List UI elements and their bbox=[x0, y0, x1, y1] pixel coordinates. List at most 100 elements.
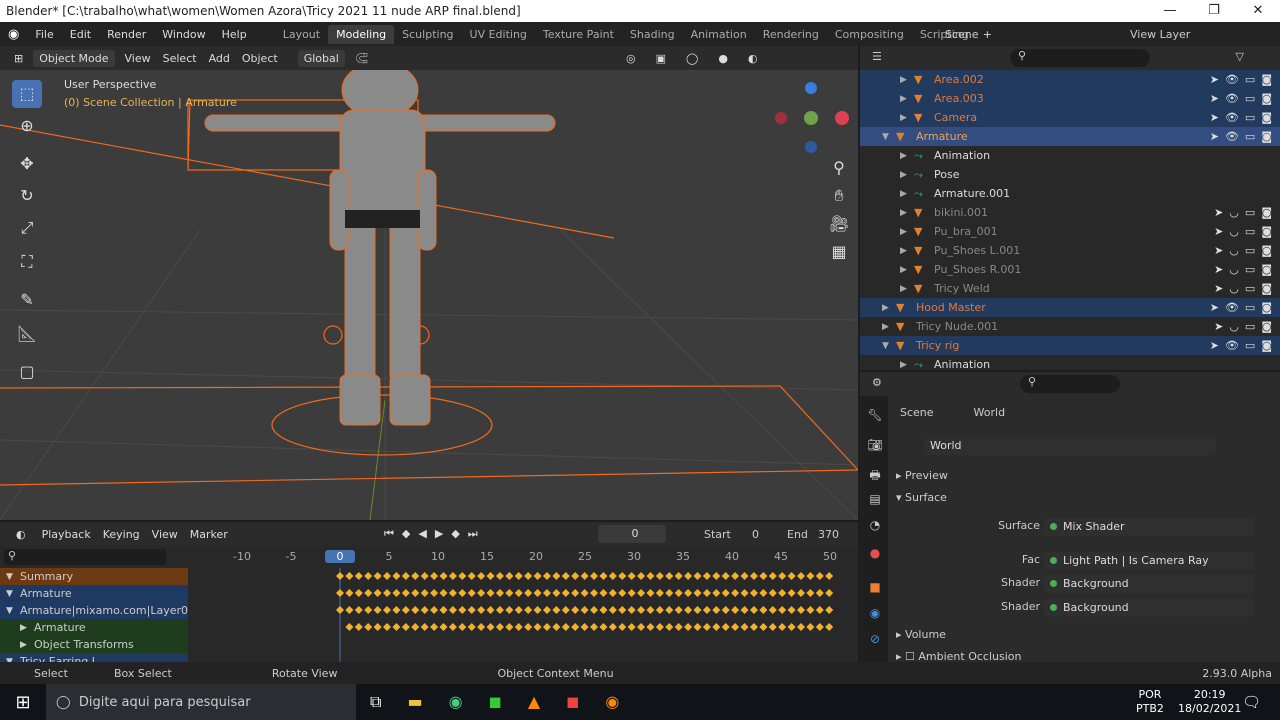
keyframe[interactable] bbox=[721, 589, 730, 597]
keyframe[interactable] bbox=[383, 572, 392, 580]
expand-arrow-icon[interactable]: ▶ bbox=[900, 208, 914, 218]
outliner-row[interactable]: ▶ ⤳ Animation bbox=[860, 146, 1280, 165]
keyframe[interactable] bbox=[533, 572, 542, 580]
editor-type-icon[interactable]: ⊞ bbox=[8, 50, 29, 67]
keyframe[interactable] bbox=[731, 606, 740, 614]
keyframe[interactable] bbox=[354, 589, 363, 597]
keyframe[interactable] bbox=[796, 623, 805, 631]
add-cube-tool-icon[interactable]: ▢ bbox=[12, 358, 42, 386]
expand-arrow-icon[interactable]: ▶ bbox=[900, 94, 914, 104]
select-icon[interactable]: ➤ bbox=[1214, 225, 1223, 238]
outliner-row[interactable]: ▶ ▼ Tricy Nude.001 ➤ ◡ ▭ ◙ bbox=[860, 317, 1280, 336]
keyframe[interactable] bbox=[514, 606, 523, 614]
tab-uv-editing[interactable]: UV Editing bbox=[462, 25, 535, 44]
play-icon[interactable]: ▶ bbox=[435, 527, 443, 541]
channel-row[interactable]: ▼ Summary bbox=[0, 568, 188, 585]
properties-editor-icon[interactable]: ⚙ bbox=[872, 376, 882, 389]
eye-icon[interactable]: 👁︎ bbox=[1225, 111, 1239, 124]
keyframe[interactable] bbox=[796, 606, 805, 614]
keyframe[interactable] bbox=[778, 589, 787, 597]
keyframe[interactable] bbox=[392, 623, 401, 631]
keyframe[interactable] bbox=[674, 623, 683, 631]
keyframe[interactable] bbox=[392, 572, 401, 580]
keyframe[interactable] bbox=[684, 606, 693, 614]
keyframe[interactable] bbox=[495, 589, 504, 597]
keyframe[interactable] bbox=[552, 589, 561, 597]
keyframe[interactable] bbox=[655, 572, 664, 580]
expand-arrow-icon[interactable]: ▶ bbox=[900, 151, 914, 161]
keyframe[interactable] bbox=[702, 623, 711, 631]
tab-compositing[interactable]: Compositing bbox=[827, 25, 912, 44]
keyframe[interactable] bbox=[420, 589, 429, 597]
select-icon[interactable]: ➤ bbox=[1214, 282, 1223, 295]
tab-shading[interactable]: Shading bbox=[622, 25, 683, 44]
keyframe[interactable] bbox=[684, 589, 693, 597]
select-icon[interactable]: ➤ bbox=[1214, 320, 1223, 333]
keyframe[interactable] bbox=[467, 572, 476, 580]
viewport-icon[interactable]: ▭ bbox=[1245, 206, 1255, 219]
keyframe[interactable] bbox=[477, 606, 486, 614]
shading-solid-icon[interactable]: ● bbox=[712, 50, 734, 67]
annotate-tool-icon[interactable]: ✎ bbox=[12, 286, 42, 314]
keyframe[interactable] bbox=[627, 606, 636, 614]
transform-tool-icon[interactable]: ⛶ bbox=[12, 248, 42, 276]
keyframe[interactable] bbox=[825, 589, 834, 597]
field-shader-value[interactable]: Background bbox=[1044, 599, 1254, 617]
keyframe[interactable] bbox=[514, 623, 523, 631]
outliner-row[interactable]: ▶ ▼ Pu_Shoes L.001 ➤ ◡ ▭ ◙ bbox=[860, 241, 1280, 260]
keyframe[interactable] bbox=[759, 606, 768, 614]
outliner-item-name[interactable]: Tricy Nude.001 bbox=[916, 320, 998, 333]
keyframe[interactable] bbox=[524, 589, 533, 597]
keyframe[interactable] bbox=[477, 623, 486, 631]
select-icon[interactable]: ➤ bbox=[1214, 206, 1223, 219]
viewport-icon[interactable]: ▭ bbox=[1245, 244, 1255, 257]
keyframe[interactable] bbox=[599, 572, 608, 580]
outliner-item-name[interactable]: Camera bbox=[934, 111, 977, 124]
keyframe-area[interactable] bbox=[190, 568, 858, 668]
outliner-item-name[interactable]: Animation bbox=[934, 149, 990, 162]
keyframe[interactable] bbox=[655, 589, 664, 597]
outliner-item-name[interactable]: Armature bbox=[916, 130, 968, 143]
keyframe[interactable] bbox=[580, 572, 589, 580]
keyframe[interactable] bbox=[561, 606, 570, 614]
start-frame-field[interactable]: 0 bbox=[752, 528, 759, 541]
outliner-row[interactable]: ▼ ▼ Tricy rig ➤ 👁︎ ▭ ◙ bbox=[860, 336, 1280, 355]
viewport-menu-object[interactable]: Object bbox=[236, 50, 284, 67]
expand-arrow-icon[interactable]: ▶ bbox=[900, 170, 914, 180]
keyframe[interactable] bbox=[618, 606, 627, 614]
keyframe[interactable] bbox=[448, 572, 457, 580]
prev-keyframe-icon[interactable]: ◆ bbox=[402, 527, 410, 541]
camtasia-icon[interactable]: ◼ bbox=[489, 692, 502, 712]
eye-icon[interactable]: ◡ bbox=[1229, 225, 1239, 238]
constraints-tab-icon[interactable]: ⊘ bbox=[866, 632, 884, 650]
viewport-menu-select[interactable]: Select bbox=[157, 50, 203, 67]
keyframe[interactable] bbox=[448, 589, 457, 597]
outliner-item-name[interactable]: Pu_bra_001 bbox=[934, 225, 998, 238]
outliner-row[interactable]: ▶ ⤳ Armature.001 bbox=[860, 184, 1280, 203]
outliner-row[interactable]: ▶ ▼ Pu_Shoes R.001 ➤ ◡ ▭ ◙ bbox=[860, 260, 1280, 279]
chrome-icon[interactable]: ◉ bbox=[449, 692, 463, 712]
keyframe[interactable] bbox=[778, 606, 787, 614]
keyframe[interactable] bbox=[345, 606, 354, 614]
keyframe[interactable] bbox=[787, 572, 796, 580]
timeline-menu-playback[interactable]: Playback bbox=[36, 526, 97, 543]
keyframe[interactable] bbox=[599, 623, 608, 631]
keyframe[interactable] bbox=[420, 572, 429, 580]
scale-tool-icon[interactable]: ⤢ bbox=[12, 214, 42, 242]
expand-arrow-icon[interactable]: ▶ bbox=[900, 360, 914, 370]
expand-arrow-icon[interactable]: ▶ bbox=[900, 75, 914, 85]
outliner-item-name[interactable]: Area.003 bbox=[934, 92, 984, 105]
menu-help[interactable]: Help bbox=[214, 28, 255, 41]
outliner-row[interactable]: ▶ ▼ Hood Master ➤ 👁︎ ▭ ◙ bbox=[860, 298, 1280, 317]
keyframe[interactable] bbox=[665, 623, 674, 631]
close-button[interactable]: ✕ bbox=[1236, 0, 1280, 22]
filter-icon[interactable]: ▽ bbox=[1236, 50, 1244, 63]
render-icon[interactable]: ◙ bbox=[1261, 111, 1272, 124]
viewport-menu-view[interactable]: View bbox=[119, 50, 157, 67]
expand-arrow-icon[interactable]: ▶ bbox=[882, 303, 896, 313]
keyframe[interactable] bbox=[740, 572, 749, 580]
select-icon[interactable]: ➤ bbox=[1210, 130, 1219, 143]
end-frame-field[interactable]: 370 bbox=[818, 528, 839, 541]
channel-arrow-icon[interactable]: ▼ bbox=[6, 606, 20, 616]
tab-animation[interactable]: Animation bbox=[683, 25, 755, 44]
